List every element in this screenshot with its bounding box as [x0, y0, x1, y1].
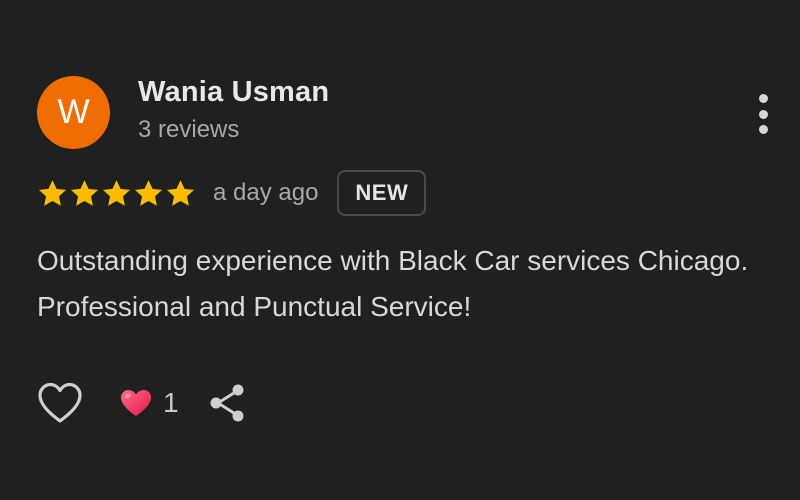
star-rating [37, 178, 197, 209]
more-options-button[interactable] [750, 92, 776, 136]
share-button[interactable] [205, 381, 249, 425]
new-badge: NEW [337, 170, 427, 216]
star-icon [134, 179, 163, 206]
star-icon [70, 179, 99, 206]
author-name[interactable]: Wania Usman [138, 76, 329, 109]
more-vertical-icon-dot [758, 109, 768, 119]
star-icon [38, 179, 67, 206]
reaction-count: 1 [163, 387, 179, 418]
star-icon [102, 179, 131, 206]
reaction-summary[interactable]: 1 [119, 387, 179, 419]
review-actions: 1 [37, 378, 249, 428]
author-review-count: 3 reviews [138, 116, 240, 143]
star-icon [166, 179, 195, 206]
review-time: a day ago [213, 179, 319, 206]
more-vertical-icon [758, 94, 768, 103]
more-vertical-icon-dot [758, 125, 768, 134]
share-icon [210, 384, 244, 422]
review-card: W Wania Usman 3 reviews a day ago NEW Ou… [0, 0, 800, 500]
heart-outline-icon [38, 382, 82, 423]
rating-row: a day ago NEW [37, 169, 427, 217]
like-button[interactable] [37, 380, 83, 426]
heart-filled-icon [121, 390, 151, 416]
avatar[interactable]: W [37, 76, 110, 149]
review-text: Outstanding experience with Black Car se… [37, 245, 749, 322]
